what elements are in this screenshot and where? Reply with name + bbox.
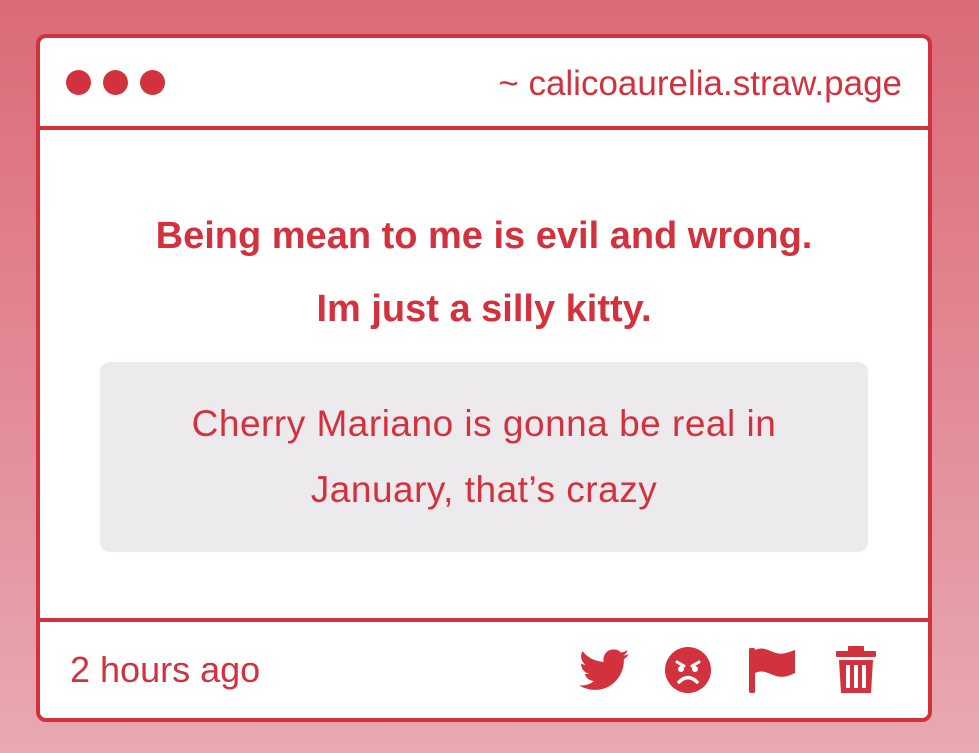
window-dot-3[interactable] bbox=[140, 70, 165, 95]
question-text: Being mean to me is evil and wrong. Im j… bbox=[40, 200, 928, 346]
post-content: Being mean to me is evil and wrong. Im j… bbox=[40, 130, 928, 618]
window-dot-1[interactable] bbox=[66, 70, 91, 95]
title-bar: ~ calicoaurelia.straw.page bbox=[40, 38, 928, 130]
angry-face-icon bbox=[665, 647, 711, 693]
angry-reaction-button[interactable] bbox=[662, 644, 714, 696]
flag-icon bbox=[749, 648, 795, 693]
post-actions bbox=[578, 644, 882, 696]
share-twitter-button[interactable] bbox=[578, 644, 630, 696]
twitter-icon bbox=[579, 649, 629, 690]
answer-text: Cherry Mariano is gonna be real in Janua… bbox=[191, 403, 777, 510]
trash-icon bbox=[836, 646, 876, 693]
browser-window: ~ calicoaurelia.straw.page Being mean to… bbox=[36, 34, 932, 722]
answer-box: Cherry Mariano is gonna be real in Janua… bbox=[100, 362, 868, 552]
report-flag-button[interactable] bbox=[746, 644, 798, 696]
post-timestamp: 2 hours ago bbox=[70, 649, 261, 690]
window-dot-2[interactable] bbox=[103, 70, 128, 95]
post-footer: 2 hours ago bbox=[40, 618, 928, 718]
window-controls bbox=[66, 70, 165, 95]
page-url[interactable]: ~ calicoaurelia.straw.page bbox=[498, 62, 902, 106]
question-line-1: Being mean to me is evil and wrong. bbox=[155, 215, 813, 257]
delete-button[interactable] bbox=[830, 644, 882, 696]
question-line-2: Im just a silly kitty. bbox=[316, 288, 652, 330]
